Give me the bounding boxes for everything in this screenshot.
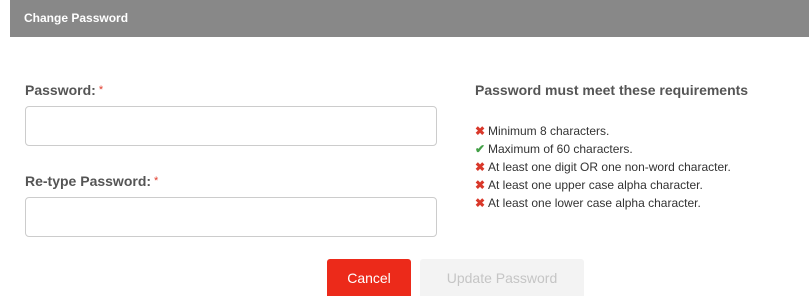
required-marker: *	[98, 84, 104, 96]
requirement-text: At least one upper case alpha character.	[488, 178, 703, 192]
requirement-text: Maximum of 60 characters.	[488, 142, 633, 156]
requirement-item: ✖ At least one upper case alpha characte…	[475, 176, 731, 194]
requirements-list: ✖ Minimum 8 characters. ✔ Maximum of 60 …	[475, 122, 731, 212]
cancel-button[interactable]: Cancel	[327, 259, 411, 296]
requirement-item: ✖ At least one digit OR one non-word cha…	[475, 158, 731, 176]
retype-password-input[interactable]	[25, 197, 437, 237]
requirements-heading: Password must meet these requirements	[475, 82, 749, 98]
requirement-text: Minimum 8 characters.	[488, 124, 610, 138]
retype-password-label: Re-type Password: *	[25, 173, 158, 191]
change-password-dialog: Change Password Password: * Re-type Passw…	[0, 0, 809, 296]
password-label-text: Password:	[25, 82, 96, 98]
required-marker: *	[154, 175, 159, 187]
fail-x-icon: ✖	[475, 178, 486, 192]
fail-x-icon: ✖	[475, 160, 486, 174]
requirement-text: At least one digit OR one non-word chara…	[488, 160, 731, 174]
requirement-text: At least one lower case alpha character.	[488, 196, 701, 210]
check-icon: ✔	[475, 142, 486, 156]
dialog-title: Change Password	[24, 11, 129, 25]
requirement-item: ✖ Minimum 8 characters.	[475, 122, 731, 140]
retype-password-label-text: Re-type Password:	[25, 173, 152, 189]
update-password-button[interactable]: Update Password	[420, 259, 584, 296]
fail-x-icon: ✖	[475, 196, 486, 210]
dialog-titlebar: Change Password	[10, 0, 809, 37]
fail-x-icon: ✖	[475, 124, 486, 138]
password-input[interactable]	[25, 106, 437, 146]
requirement-item: ✖ At least one lower case alpha characte…	[475, 194, 731, 212]
requirement-item: ✔ Maximum of 60 characters.	[475, 140, 731, 158]
password-label: Password: *	[25, 82, 103, 100]
